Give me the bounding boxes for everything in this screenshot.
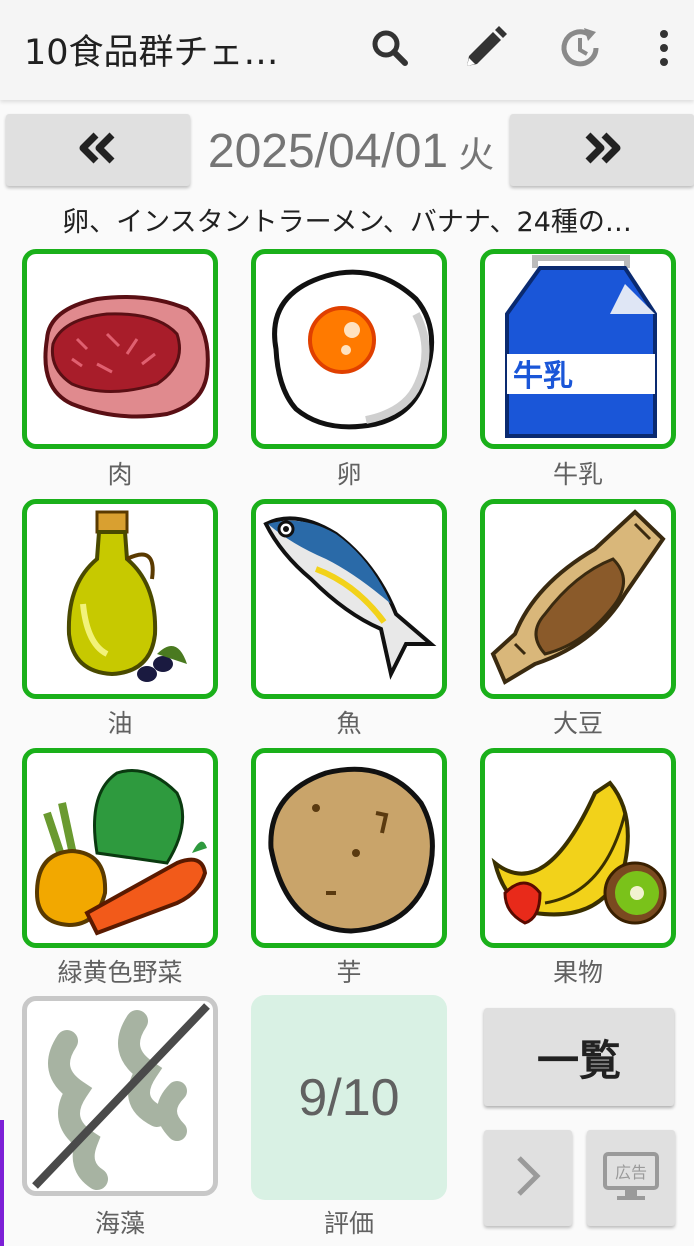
food-tile-fruits[interactable] xyxy=(480,748,676,948)
app-bar: 10食品群チェ… xyxy=(0,0,694,100)
score-label: 評価 xyxy=(323,1209,374,1238)
double-chevron-right-icon xyxy=(582,132,622,168)
edge-indicator xyxy=(0,1120,4,1246)
score-box: 9/10 xyxy=(251,995,447,1200)
chevron-right-icon xyxy=(513,1154,543,1202)
food-label: 油 xyxy=(107,709,133,738)
search-icon[interactable] xyxy=(366,24,414,72)
food-tile-meat[interactable] xyxy=(22,249,218,449)
food-tile-soy[interactable] xyxy=(480,499,676,699)
food-tile-fish[interactable] xyxy=(251,499,447,699)
olive-oil-icon xyxy=(66,510,187,682)
food-label: 牛乳 xyxy=(552,460,603,489)
pencil-icon[interactable] xyxy=(461,24,509,72)
score-value: 9/10 xyxy=(298,1068,400,1127)
meat-icon xyxy=(43,294,210,419)
milk-label: 牛乳 xyxy=(513,359,573,394)
monitor-ad-icon: 広告 xyxy=(601,1150,661,1206)
fruits-icon xyxy=(491,780,667,925)
fish-icon xyxy=(263,516,437,680)
food-tile-seaweed[interactable] xyxy=(22,996,218,1196)
food-label: 卵 xyxy=(336,460,362,489)
next-button[interactable] xyxy=(484,1130,572,1226)
vegetables-icon xyxy=(34,769,208,936)
seaweed-icon xyxy=(32,1003,210,1190)
food-label: 肉 xyxy=(107,460,133,489)
weekday: 火 xyxy=(458,135,495,176)
app-title: 10食品群チェ… xyxy=(24,33,279,73)
food-label: 魚 xyxy=(336,709,362,738)
food-label: 芋 xyxy=(336,958,362,987)
food-tile-milk[interactable]: 牛乳 xyxy=(480,249,676,449)
date-value: 2025/04/01 xyxy=(207,125,449,178)
prev-day-button[interactable] xyxy=(6,114,190,186)
double-chevron-left-icon xyxy=(78,132,118,168)
ad-label: 広告 xyxy=(615,1163,647,1182)
food-label: 緑黄色野菜 xyxy=(57,958,183,987)
food-tile-oil[interactable] xyxy=(22,499,218,699)
food-label: 海藻 xyxy=(94,1209,145,1238)
ad-button[interactable]: 広告 xyxy=(587,1130,675,1226)
meal-summary: 卵、インスタントラーメン、バナナ、24種の… xyxy=(62,207,632,238)
potato-icon xyxy=(268,766,435,934)
milk-carton-icon: 牛乳 xyxy=(505,255,657,438)
current-date[interactable]: 2025/04/01 火 xyxy=(196,120,506,184)
natto-icon xyxy=(490,509,666,685)
more-vert-icon[interactable] xyxy=(648,24,680,72)
food-tile-potato[interactable] xyxy=(251,748,447,948)
food-label: 大豆 xyxy=(552,709,603,738)
list-button[interactable]: 一覧 xyxy=(484,1008,674,1106)
next-day-button[interactable] xyxy=(510,114,694,186)
fried-egg-icon xyxy=(272,269,435,430)
history-icon[interactable] xyxy=(556,24,604,72)
food-tile-vegetables[interactable] xyxy=(22,748,218,948)
food-label: 果物 xyxy=(552,958,603,987)
food-tile-egg[interactable] xyxy=(251,249,447,449)
